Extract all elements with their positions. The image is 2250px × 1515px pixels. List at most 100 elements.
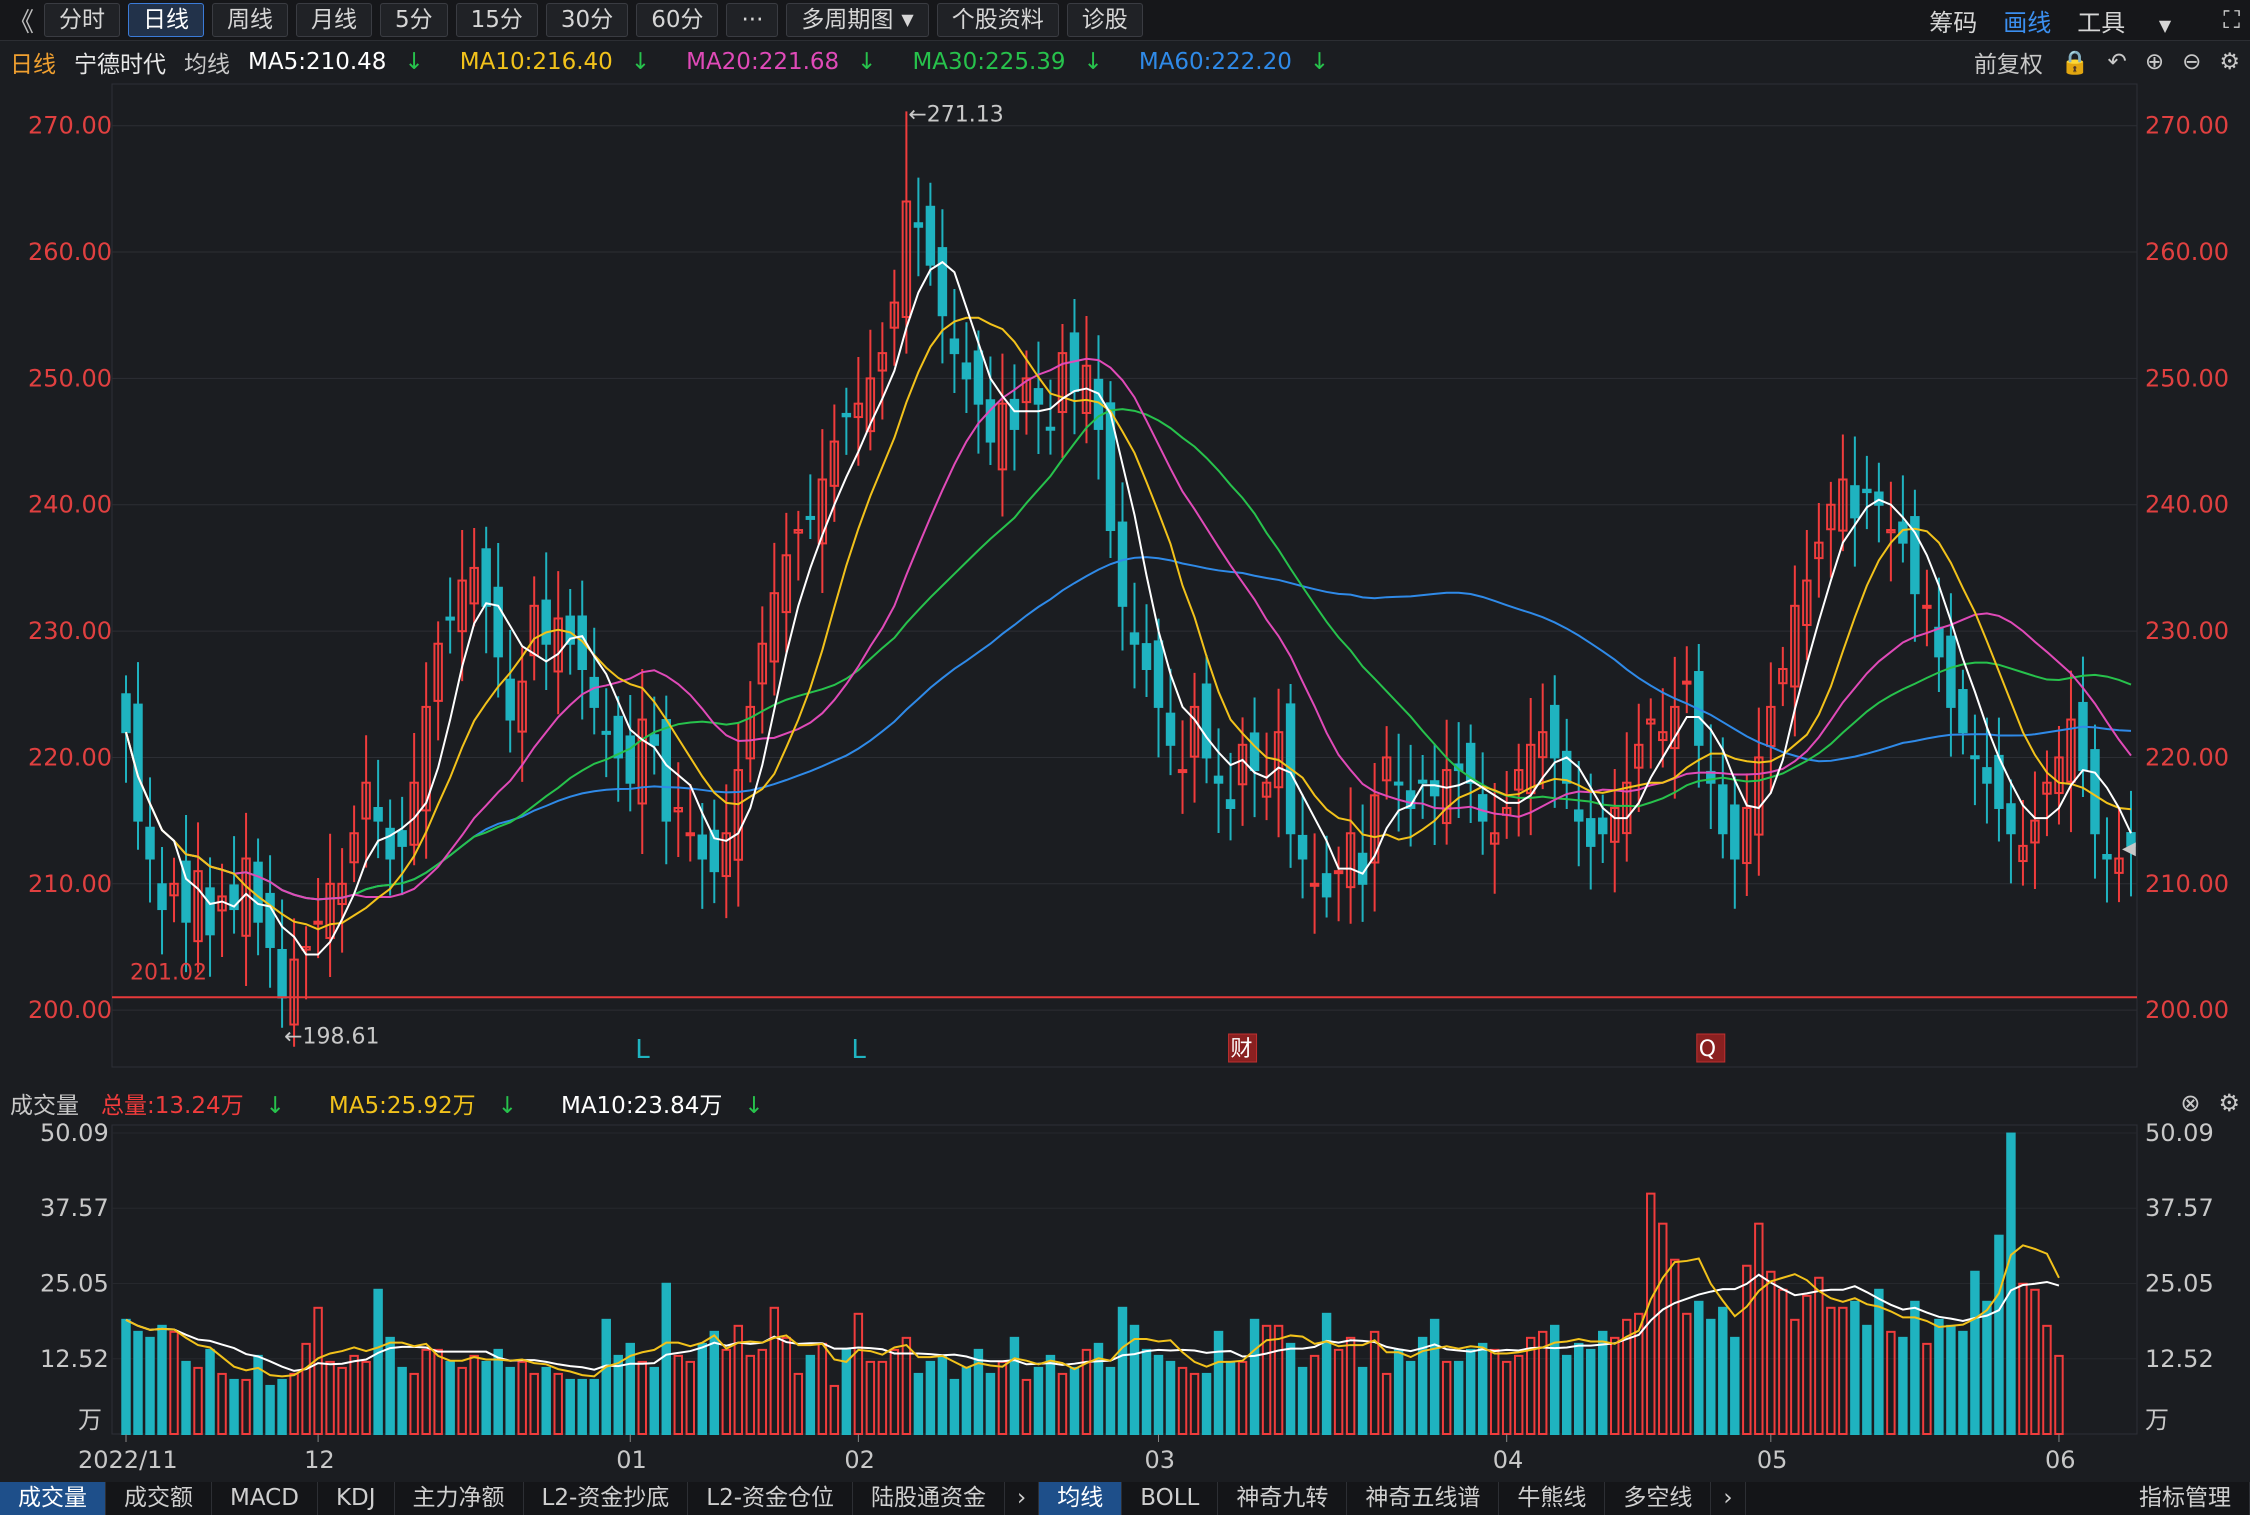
volume-bar bbox=[505, 1366, 515, 1435]
volume-bar bbox=[373, 1288, 383, 1435]
tab-macd[interactable]: MACD bbox=[212, 1482, 318, 1515]
volume-bar bbox=[565, 1378, 575, 1436]
volume-bar bbox=[301, 1342, 311, 1436]
volume-bar bbox=[2042, 1324, 2052, 1436]
volume-bar bbox=[1333, 1348, 1344, 1436]
volume-bar bbox=[889, 1348, 900, 1436]
candle-body bbox=[697, 834, 708, 860]
volume-bar bbox=[1285, 1342, 1296, 1436]
volume-bar bbox=[2054, 1354, 2064, 1435]
candle-body bbox=[805, 515, 816, 520]
volume-bar bbox=[1189, 1372, 1200, 1436]
volume-bar bbox=[1706, 1318, 1716, 1436]
tab-volume[interactable]: 成交量 bbox=[0, 1482, 106, 1515]
volume-bar bbox=[577, 1378, 587, 1436]
candle-body bbox=[1682, 680, 1692, 685]
candle-body bbox=[1393, 781, 1404, 786]
price-tick-left: 200.00 bbox=[28, 996, 112, 1024]
volume-bar bbox=[1670, 1258, 1680, 1435]
candle-body bbox=[1333, 870, 1344, 875]
volume-bar bbox=[1802, 1294, 1812, 1436]
date-tick-label: 01 bbox=[616, 1446, 647, 1474]
volume-bar bbox=[1201, 1372, 1212, 1436]
volume-bar bbox=[925, 1360, 936, 1435]
candle-body bbox=[949, 338, 960, 355]
volume-bar bbox=[265, 1384, 275, 1435]
price-tick-right: 260.00 bbox=[2145, 238, 2229, 266]
candle-body bbox=[1718, 784, 1728, 835]
tab-main-net[interactable]: 主力净额 bbox=[395, 1482, 524, 1515]
volume-bar bbox=[1057, 1372, 1068, 1436]
volume-bar bbox=[421, 1348, 431, 1436]
volume-bar bbox=[1453, 1360, 1464, 1435]
price-tick-left: 260.00 bbox=[28, 238, 112, 266]
price-tick-left: 270.00 bbox=[28, 112, 112, 140]
candle-body bbox=[973, 350, 984, 405]
volume-bar bbox=[649, 1366, 659, 1435]
volume-bar bbox=[745, 1354, 756, 1435]
volume-bar bbox=[1982, 1300, 1992, 1436]
tab-five-line[interactable]: 神奇五线谱 bbox=[1347, 1482, 1500, 1515]
chart-canvas[interactable]: 270.00 270.00 260.00 260.00 250.00 250.00 240.… bbox=[0, 0, 2250, 1482]
volume-bar bbox=[1718, 1306, 1728, 1435]
tab-northbound[interactable]: 陆股通资金 bbox=[853, 1482, 1006, 1515]
tabs-next-icon[interactable]: › bbox=[1711, 1482, 1746, 1515]
volume-bar bbox=[1814, 1276, 1824, 1435]
tab-l2-position[interactable]: L2-资金仓位 bbox=[688, 1482, 854, 1515]
tab-turnover[interactable]: 成交额 bbox=[106, 1482, 212, 1515]
candle-body bbox=[1598, 817, 1608, 835]
candle-body bbox=[1417, 779, 1428, 784]
candle-body bbox=[1958, 689, 1968, 734]
volume-bar bbox=[289, 1372, 299, 1436]
volume-bar bbox=[1958, 1330, 1968, 1435]
volume-tick-right: 25.05 bbox=[2145, 1269, 2214, 1297]
volume-bar bbox=[469, 1354, 479, 1435]
tab-bull-bear[interactable]: 牛熊线 bbox=[1499, 1482, 1606, 1515]
candle-body bbox=[1249, 732, 1260, 772]
volume-bar bbox=[1766, 1270, 1776, 1436]
price-tick-right: 250.00 bbox=[2145, 364, 2229, 392]
volume-bar bbox=[853, 1312, 864, 1435]
tab-nine-turn[interactable]: 神奇九转 bbox=[1218, 1482, 1348, 1515]
volume-bar bbox=[781, 1336, 792, 1435]
volume-bar bbox=[1658, 1222, 1668, 1436]
tab-ma[interactable]: 均线 bbox=[1039, 1482, 1123, 1515]
volume-bar bbox=[1369, 1330, 1380, 1435]
tabs-next-icon[interactable]: › bbox=[1005, 1482, 1040, 1515]
volume-bar bbox=[1946, 1324, 1956, 1436]
candle-body bbox=[1850, 485, 1860, 519]
tab-kdj[interactable]: KDJ bbox=[318, 1482, 395, 1515]
volume-bar bbox=[325, 1360, 335, 1435]
volume-bar bbox=[613, 1354, 623, 1435]
tab-boll[interactable]: BOLL bbox=[1122, 1482, 1219, 1515]
event-marker-l: L bbox=[851, 1035, 866, 1065]
volume-bar bbox=[985, 1372, 996, 1436]
volume-bar bbox=[1513, 1354, 1524, 1435]
candle-body bbox=[1033, 388, 1044, 405]
tab-indicator-manage[interactable]: 指标管理 bbox=[2121, 1482, 2250, 1515]
volume-bar bbox=[1273, 1324, 1284, 1436]
volume-bar bbox=[1970, 1270, 1980, 1436]
volume-bar bbox=[1874, 1288, 1884, 1435]
volume-ma5-line bbox=[125, 1244, 2060, 1378]
tab-l2-bottom[interactable]: L2-资金抄底 bbox=[524, 1482, 689, 1515]
volume-bar bbox=[1141, 1348, 1152, 1436]
volume-bar bbox=[1994, 1234, 2004, 1435]
volume-bar bbox=[1381, 1372, 1392, 1436]
volume-bar bbox=[457, 1366, 467, 1435]
price-tick-left: 220.00 bbox=[28, 743, 112, 771]
volume-bar bbox=[385, 1336, 395, 1435]
candle-body bbox=[661, 719, 671, 822]
volume-tick-right: 50.09 bbox=[2145, 1119, 2214, 1147]
volume-bar bbox=[1249, 1318, 1260, 1436]
volume-bar bbox=[913, 1372, 924, 1436]
volume-bar bbox=[601, 1318, 611, 1436]
candle-body bbox=[1297, 834, 1308, 860]
date-tick-label: 05 bbox=[1757, 1446, 1788, 1474]
candle-body bbox=[1045, 426, 1056, 431]
volume-tick-left: 12.52 bbox=[40, 1345, 109, 1373]
tab-long-short[interactable]: 多空线 bbox=[1605, 1482, 1712, 1515]
candle-body bbox=[1321, 873, 1332, 898]
candle-body bbox=[1934, 626, 1944, 658]
volume-bar bbox=[793, 1372, 804, 1436]
